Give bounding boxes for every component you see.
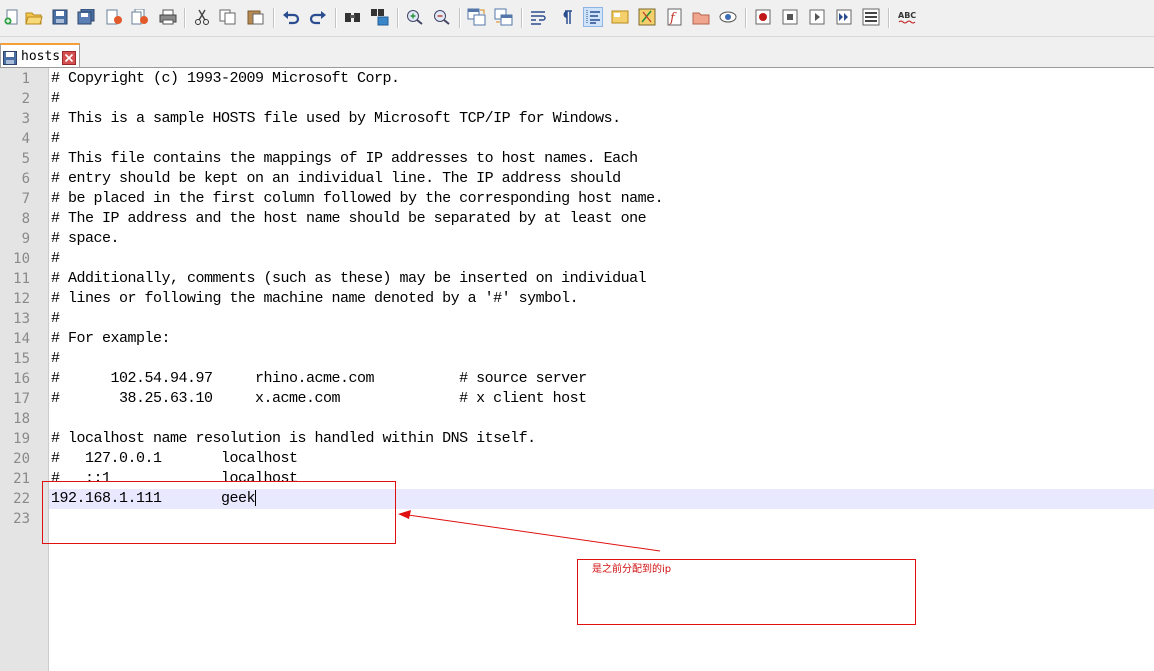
line-number: 18 xyxy=(13,411,30,427)
line-number: 3 xyxy=(21,111,30,127)
code-line: # This is a sample HOSTS file used by Mi… xyxy=(51,110,621,127)
show-all-chars-icon[interactable] xyxy=(556,7,576,27)
line-number: 4 xyxy=(21,131,30,147)
code-line: # entry should be kept on an individual … xyxy=(51,170,621,187)
close-all-icon[interactable] xyxy=(130,7,150,27)
tab-bar: hosts xyxy=(0,37,1154,68)
line-number: 20 xyxy=(13,451,30,467)
tab-save-icon xyxy=(3,50,17,69)
line-number: 19 xyxy=(13,431,30,447)
line-number: 12 xyxy=(13,291,30,307)
save-icon[interactable] xyxy=(50,7,70,27)
play-macro-icon[interactable] xyxy=(807,7,827,27)
line-number: 5 xyxy=(21,151,30,167)
zoom-in-icon[interactable] xyxy=(405,7,425,27)
close-icon[interactable] xyxy=(104,7,124,27)
toolbar: f ABC xyxy=(0,0,1154,37)
spellcheck-icon[interactable]: ABC xyxy=(896,7,918,27)
code-line: # Copyright (c) 1993-2009 Microsoft Corp… xyxy=(51,70,400,87)
code-line: # xyxy=(51,310,60,327)
line-number: 15 xyxy=(13,351,30,367)
line-number: 22 xyxy=(13,491,30,507)
line-number: 1 xyxy=(21,71,30,87)
code-line: # 127.0.0.1 localhost xyxy=(51,450,298,467)
undo-icon[interactable] xyxy=(281,7,301,27)
line-number: 7 xyxy=(21,191,30,207)
code-line: # be placed in the first column followed… xyxy=(51,190,664,207)
line-number: 2 xyxy=(21,91,30,107)
sync-vertical-icon[interactable] xyxy=(467,7,487,27)
monitor-icon[interactable] xyxy=(718,7,738,27)
paste-icon[interactable] xyxy=(246,7,266,27)
find-icon[interactable] xyxy=(343,7,363,27)
code-line: # localhost name resolution is handled w… xyxy=(51,430,536,447)
run-macro-multiple-icon[interactable] xyxy=(834,7,854,27)
line-number: 9 xyxy=(21,231,30,247)
code-line: # xyxy=(51,130,60,147)
line-number: 23 xyxy=(13,511,30,527)
language-icon[interactable] xyxy=(610,7,630,27)
redo-icon[interactable] xyxy=(308,7,328,27)
save-all-icon[interactable] xyxy=(76,7,96,27)
new-file-icon[interactable] xyxy=(2,7,22,27)
line-number-gutter: 1 2 3 4 5 6 7 8 9 10 11 12 13 14 15 16 17 18 19 20 21 22 23 xyxy=(0,68,49,671)
code-line: # xyxy=(51,250,60,267)
tab-label: hosts xyxy=(21,49,61,64)
copy-icon[interactable] xyxy=(218,7,238,27)
highlight-box xyxy=(42,481,396,544)
code-line: # Additionally, comments (such as these)… xyxy=(51,270,647,287)
code-line: # lines or following the machine name de… xyxy=(51,290,579,307)
word-wrap-icon[interactable] xyxy=(529,7,549,27)
code-line: # This file contains the mappings of IP … xyxy=(51,150,638,167)
code-line: # xyxy=(51,90,60,107)
code-line: # space. xyxy=(51,230,120,247)
code-line: # The IP address and the host name shoul… xyxy=(51,210,647,227)
tab-close-icon[interactable] xyxy=(62,50,76,69)
folder-icon[interactable] xyxy=(691,7,711,27)
indent-guide-icon[interactable] xyxy=(583,7,603,27)
line-number: 6 xyxy=(21,171,30,187)
open-file-icon[interactable] xyxy=(24,7,44,27)
function-list-icon[interactable]: f xyxy=(664,7,684,27)
code-line: # For example: xyxy=(51,330,171,347)
stop-macro-icon[interactable] xyxy=(780,7,800,27)
tab-hosts[interactable]: hosts xyxy=(0,43,80,67)
code-line: # xyxy=(51,350,60,367)
record-macro-icon[interactable] xyxy=(753,7,773,27)
print-icon[interactable] xyxy=(158,7,178,27)
code-line: # 102.54.94.97 rhino.acme.com # source s… xyxy=(51,370,587,387)
annotation-label: 是之前分配到的ip xyxy=(592,564,672,575)
line-number: 13 xyxy=(13,311,30,327)
line-number: 10 xyxy=(13,251,30,267)
line-number: 21 xyxy=(13,471,30,487)
line-number: 16 xyxy=(13,371,30,387)
zoom-out-icon[interactable] xyxy=(432,7,452,27)
save-macro-icon[interactable] xyxy=(861,7,881,27)
line-number: 11 xyxy=(13,271,30,287)
spellcheck-text: ABC xyxy=(898,11,916,20)
code-line: # 38.25.63.10 x.acme.com # x client host xyxy=(51,390,587,407)
replace-icon[interactable] xyxy=(370,7,390,27)
line-number: 8 xyxy=(21,211,30,227)
sync-horizontal-icon[interactable] xyxy=(494,7,514,27)
color-icon[interactable] xyxy=(637,7,657,27)
cut-icon[interactable] xyxy=(192,7,212,27)
line-number: 14 xyxy=(13,331,30,347)
line-number: 17 xyxy=(13,391,30,407)
